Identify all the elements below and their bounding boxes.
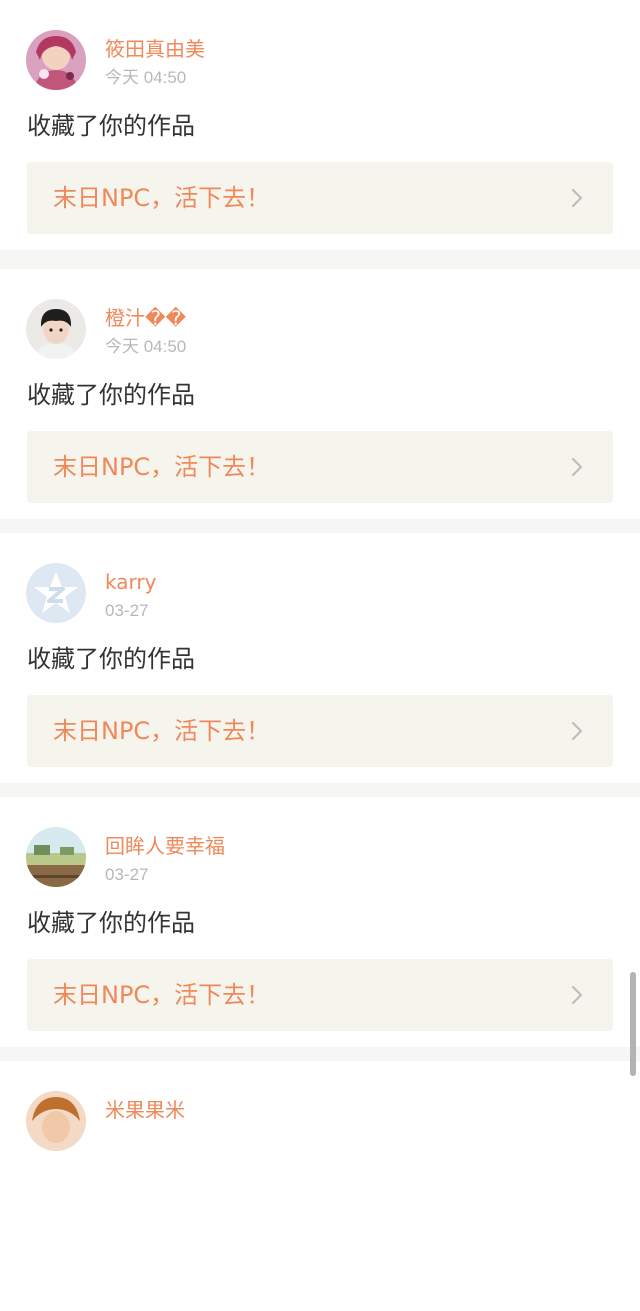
user-avatar[interactable] (26, 299, 86, 359)
username[interactable]: 回眸人要幸福 (105, 833, 225, 859)
partial-avatar (26, 1091, 86, 1151)
user-avatar[interactable] (26, 1091, 86, 1151)
action-text: 收藏了你的作品 (27, 645, 195, 673)
timestamp: 今天 04:50 (105, 68, 187, 87)
work-title: 末日NPC，活下去！ (53, 981, 271, 1009)
notification-card: karry 03-27 收藏了你的作品 末日NPC，活下去！ (0, 533, 640, 783)
young-man-avatar (26, 299, 86, 359)
chevron-right-icon (567, 985, 587, 1005)
work-title: 末日NPC，活下去！ (53, 453, 271, 481)
work-title: 末日NPC，活下去！ (53, 717, 271, 745)
notification-card: 筱田真由美 今天 04:50 收藏了你的作品 末日NPC，活下去！ (0, 0, 640, 250)
scrollbar[interactable] (630, 972, 636, 1076)
user-avatar[interactable] (26, 30, 86, 90)
username[interactable]: 筱田真由美 (105, 36, 205, 62)
user-avatar[interactable] (26, 827, 86, 887)
notification-card: 米果果米 (0, 1061, 640, 1311)
username[interactable]: karry (105, 569, 156, 595)
chevron-right-icon (567, 721, 587, 741)
chevron-right-icon (567, 457, 587, 477)
default-star-avatar (26, 563, 86, 623)
landscape-avatar (26, 827, 86, 887)
username[interactable]: 橙汁�� (105, 305, 186, 331)
timestamp: 03-27 (105, 865, 149, 884)
notification-card: 橙汁�� 今天 04:50 收藏了你的作品 末日NPC，活下去！ (0, 269, 640, 519)
username[interactable]: 米果果米 (105, 1097, 185, 1123)
timestamp: 今天 04:50 (105, 337, 187, 356)
work-link[interactable]: 末日NPC，活下去！ (27, 959, 613, 1031)
chevron-right-icon (567, 188, 587, 208)
work-link[interactable]: 末日NPC，活下去！ (27, 431, 613, 503)
timestamp: 03-27 (105, 601, 149, 620)
action-text: 收藏了你的作品 (27, 381, 195, 409)
action-text: 收藏了你的作品 (27, 112, 195, 140)
user-avatar[interactable] (26, 563, 86, 623)
work-title: 末日NPC，活下去！ (53, 184, 271, 212)
notification-card: 回眸人要幸福 03-27 收藏了你的作品 末日NPC，活下去！ (0, 797, 640, 1047)
anime-girl-avatar (26, 30, 86, 90)
work-link[interactable]: 末日NPC，活下去！ (27, 162, 613, 234)
action-text: 收藏了你的作品 (27, 909, 195, 937)
work-link[interactable]: 末日NPC，活下去！ (27, 695, 613, 767)
